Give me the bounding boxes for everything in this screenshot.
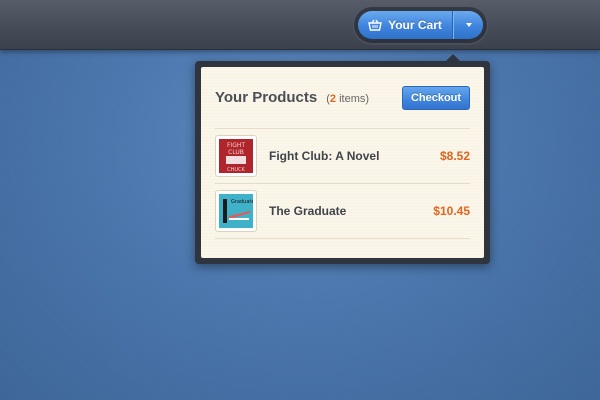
popover-pointer bbox=[446, 54, 460, 61]
item-count-suffix: items bbox=[339, 92, 366, 105]
checkout-button[interactable]: Checkout bbox=[402, 85, 470, 110]
svg-text:CHUCK: CHUCK bbox=[227, 167, 245, 173]
top-bar: Your Cart bbox=[0, 0, 600, 50]
your-cart-button[interactable]: Your Cart bbox=[358, 11, 453, 39]
cart-panel: Your Products (2 items) Checkout FIGHT C… bbox=[201, 67, 484, 258]
item-count: (2 items) bbox=[326, 92, 370, 105]
product-price: $8.52 bbox=[439, 149, 470, 163]
product-row[interactable]: FIGHT CLUB CHUCK Fight Club: A Novel $8.… bbox=[215, 129, 470, 184]
book-cover-image: FIGHT CLUB CHUCK bbox=[219, 139, 253, 173]
panel-title: Your Products bbox=[215, 89, 318, 106]
cart-button-group: Your Cart bbox=[358, 11, 483, 39]
item-count-number: 2 bbox=[329, 92, 337, 105]
cart-dropdown-toggle[interactable] bbox=[453, 11, 483, 39]
graduate-cover-art: Graduate bbox=[219, 194, 253, 228]
basket-icon bbox=[368, 19, 382, 31]
your-cart-label: Your Cart bbox=[388, 18, 442, 32]
product-row[interactable]: Graduate The Graduate $10.45 bbox=[215, 184, 470, 239]
cart-panel-header: Your Products (2 items) Checkout bbox=[215, 67, 470, 129]
product-name[interactable]: Fight Club: A Novel bbox=[269, 149, 379, 163]
product-thumbnail[interactable]: FIGHT CLUB CHUCK bbox=[215, 135, 257, 177]
svg-text:FIGHT: FIGHT bbox=[227, 142, 245, 149]
caret-down-icon bbox=[465, 23, 472, 27]
fight-club-cover-art: FIGHT CLUB CHUCK bbox=[219, 139, 253, 173]
cart-popover: Your Products (2 items) Checkout FIGHT C… bbox=[195, 54, 490, 264]
svg-text:Graduate: Graduate bbox=[231, 199, 253, 205]
product-price: $10.45 bbox=[433, 204, 470, 218]
product-thumbnail[interactable]: Graduate bbox=[215, 190, 257, 232]
product-name[interactable]: The Graduate bbox=[269, 204, 346, 218]
book-cover-image: Graduate bbox=[219, 194, 253, 228]
svg-text:CLUB: CLUB bbox=[228, 149, 244, 156]
